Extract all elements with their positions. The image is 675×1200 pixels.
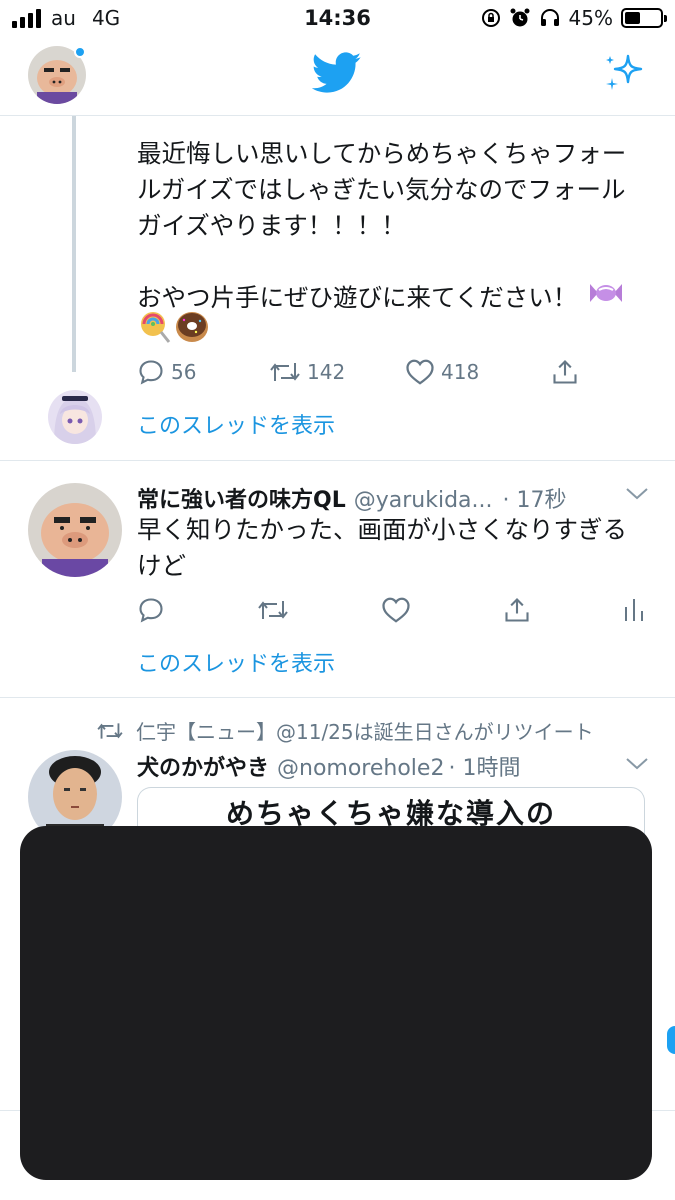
thread-line (72, 116, 76, 372)
tweet-2-text: 早く知りたかった、画面が小さくなりすぎる けど (137, 515, 627, 580)
analytics-button[interactable] (623, 597, 645, 623)
tweet-divider (0, 697, 675, 698)
tweet-1-actions: 56 142 418 (137, 358, 579, 386)
show-thread-link[interactable]: このスレッドを表示 (137, 408, 335, 440)
tweet-divider (0, 460, 675, 461)
analytics-icon (625, 599, 643, 621)
tweet-3-handle[interactable]: @nomorehole2 (277, 756, 444, 781)
overlay-panel[interactable] (20, 826, 652, 1180)
retweet-context: 仁宇【ニュー】@11/25は誕生日さんがリツイート (96, 716, 594, 745)
retweet-icon (258, 601, 288, 619)
sparkle-icon[interactable] (603, 52, 647, 100)
retweet-button[interactable] (257, 597, 289, 623)
headphones-icon (540, 9, 559, 26)
doughnut-emoji-icon (174, 310, 210, 348)
reply-button[interactable] (137, 596, 165, 624)
orientation-lock-icon (481, 9, 500, 27)
like-count: 418 (441, 360, 480, 384)
candy-emoji-icon (588, 278, 624, 312)
compose-button-edge[interactable] (667, 1026, 675, 1054)
tweet-2-handle[interactable]: @yarukida... (354, 488, 493, 513)
tweet-1-text: 最近悔しい思いしてからめちゃくちゃフォー ルガイズではしゃぎたい気分なのでフォー… (137, 139, 627, 312)
tweet-2-actions (137, 596, 645, 624)
battery-percent: 45% (568, 6, 613, 30)
tweet-2-avatar[interactable] (28, 483, 122, 577)
reply-icon (139, 598, 163, 623)
twitter-bird-icon[interactable] (311, 52, 362, 98)
tweet-2-menu-chevron-icon[interactable] (625, 486, 649, 505)
battery-fill (625, 12, 641, 24)
heart-icon (382, 597, 410, 623)
tweet-3-time: · 1時間 (448, 756, 521, 781)
notification-dot (74, 46, 86, 58)
tweet-2-header: 常に強い者の味方QL @yarukida... · 17秒 (137, 482, 567, 514)
tweet-3-header: 犬のかがやき @nomorehole2 · 1時間 (137, 750, 520, 782)
thread-author-avatar[interactable] (48, 390, 102, 444)
reply-count: 56 (171, 360, 197, 384)
tweet-2-time: · 17秒 (502, 488, 567, 513)
screen: au 4G 14:36 45% 最近悔しい思いしてからめちゃくちゃフォー ルガイ… (0, 0, 675, 1200)
tweet-3-menu-chevron-icon[interactable] (625, 756, 649, 775)
share-button[interactable] (551, 358, 579, 386)
alarm-icon (510, 8, 530, 27)
retweet-small-icon (97, 722, 123, 739)
reply-button[interactable]: 56 (137, 358, 269, 386)
share-button[interactable] (503, 596, 531, 624)
share-icon (505, 598, 529, 622)
retweet-count: 142 (307, 360, 346, 384)
like-button[interactable] (381, 596, 411, 624)
tweet-3-name[interactable]: 犬のかがやき (137, 750, 269, 782)
show-thread-link[interactable]: このスレッドを表示 (137, 646, 335, 678)
lollipop-emoji-icon (137, 310, 171, 348)
reply-icon (139, 360, 163, 385)
nav-bar (0, 38, 675, 116)
battery-icon (621, 8, 667, 28)
share-icon (553, 360, 577, 384)
status-bar: au 4G 14:36 45% (0, 0, 675, 38)
tweet-2-name[interactable]: 常に強い者の味方QL (137, 482, 346, 514)
retweet-button[interactable]: 142 (269, 359, 405, 385)
like-button[interactable]: 418 (405, 358, 551, 386)
status-right: 45% (481, 6, 667, 30)
heart-icon (406, 359, 434, 385)
retweet-icon (270, 363, 300, 381)
retweeted-by-text[interactable]: 仁宇【ニュー】@11/25は誕生日さんがリツイート (136, 716, 594, 745)
